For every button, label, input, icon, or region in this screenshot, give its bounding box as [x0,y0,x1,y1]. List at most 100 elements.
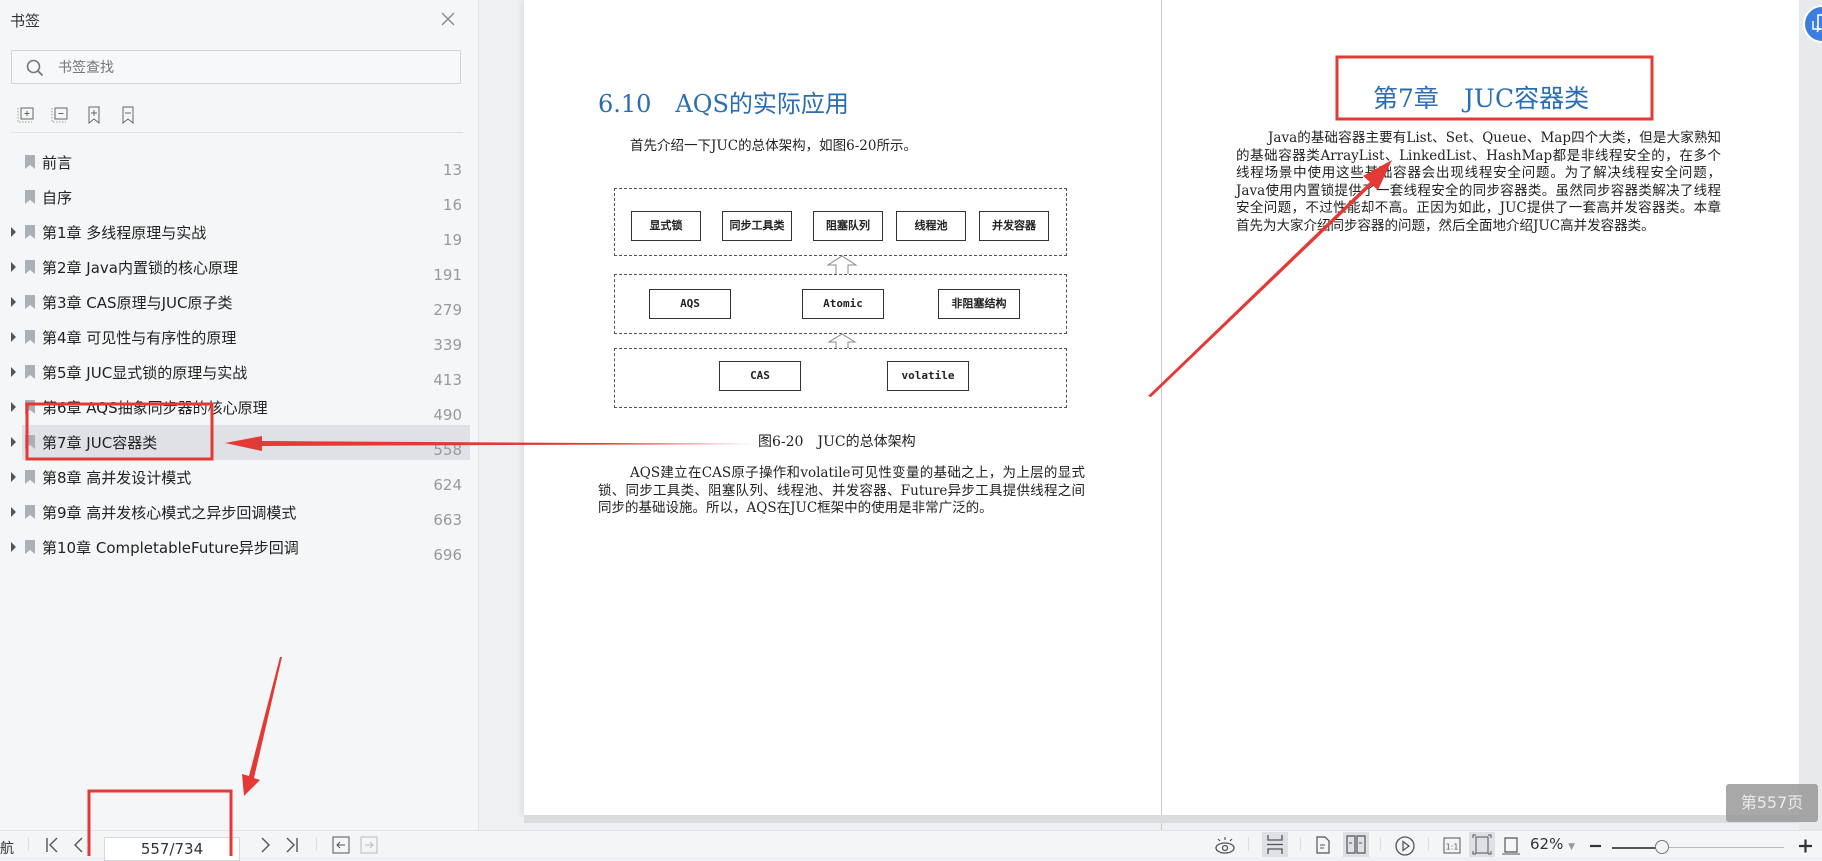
page-indicator-tooltip: 第557页 [1726,784,1818,822]
bookmark-page-number: 279 [433,301,462,319]
bookmark-search[interactable] [11,50,461,84]
expand-arrow-icon[interactable] [11,472,16,482]
figure-caption: 图6-20 JUC的总体架构 [758,434,916,450]
prev-page-button[interactable] [72,835,86,855]
figure-box: 并发容器 [979,211,1049,241]
bookmark-icon [25,155,35,169]
bookmark-item[interactable]: 自序 16 [22,180,470,215]
document-page-right [1162,0,1799,815]
actual-size-icon: 1:1 [1443,837,1461,854]
fit-width-button[interactable] [1500,835,1522,855]
eye-icon [1215,837,1235,854]
expand-arrow-icon[interactable] [11,227,16,237]
zoom-level-dropdown[interactable]: 62% ▼ [1530,835,1575,853]
panel-title: 书签 [10,12,41,30]
bookmark-item[interactable]: 第6章 AQS抽象同步器的核心原理 490 [11,390,470,425]
collapse-all-button[interactable] [50,105,70,125]
bookmark-remove-icon [122,106,134,125]
chapter-intro-paragraph: Java的基础容器主要有List、Set、Queue、Map四个大类，但是大家熟… [1236,130,1721,234]
bookmark-icon [25,435,35,449]
bookmark-search-input[interactable] [56,56,450,80]
collapse-all-icon [51,107,68,123]
back-button[interactable] [332,835,350,855]
last-page-button[interactable] [284,835,300,855]
figure-layer-middle: AQS Atomic 非阻塞结构 [614,274,1067,334]
chevron-left-icon [74,837,83,853]
continuous-page-icon [1267,835,1283,854]
play-icon [1395,836,1415,856]
expand-arrow-icon[interactable] [11,507,16,517]
add-bookmark-button[interactable] [84,105,104,125]
fit-page-button[interactable] [1469,832,1495,857]
close-panel-button[interactable] [438,10,458,30]
bookmark-label: 自序 [42,189,73,207]
nav-label: 航 [0,841,14,857]
minus-icon [1590,844,1601,848]
first-page-button[interactable] [44,835,60,855]
bookmark-icon [25,365,35,379]
bookmark-icon [25,260,35,274]
eye-protection-button[interactable] [1214,835,1236,855]
bookmark-item[interactable]: 第5章 JUC显式锁的原理与实战 413 [11,355,470,390]
zoom-slider[interactable] [1612,840,1784,854]
svg-text:1:1: 1:1 [1446,843,1459,852]
chevron-down-icon: ▼ [1568,842,1576,852]
arrow-left-icon [332,836,350,854]
page-number-input[interactable] [104,837,240,861]
bookmark-item[interactable]: 第1章 多线程原理与实战 19 [11,215,470,250]
bookmark-icon [25,295,35,309]
bookmark-page-number: 191 [433,266,462,284]
expand-all-button[interactable] [16,105,36,125]
bookmark-item[interactable]: 第7章 JUC容器类 558 [11,425,470,460]
zoom-out-button[interactable] [1588,835,1604,855]
expand-arrow-icon[interactable] [11,332,16,342]
last-page-icon [286,837,298,853]
bookmark-item[interactable]: 前言 13 [22,145,470,180]
actual-size-button[interactable]: 1:1 [1442,835,1462,855]
zoom-slider-handle[interactable] [1654,840,1669,854]
horizontal-scrollbar[interactable] [524,815,1799,823]
expand-arrow-icon[interactable] [11,402,16,412]
two-page-button[interactable] [1343,832,1369,857]
bookmark-item[interactable]: 第8章 高并发设计模式 624 [11,460,470,495]
expand-arrow-icon[interactable] [11,367,16,377]
intro-paragraph: 首先介绍一下JUC的总体架构，如图6-20所示。 [630,138,917,154]
single-page-button[interactable] [1314,835,1332,855]
floating-tool-button[interactable] [1803,5,1822,43]
bookmark-icon [25,470,35,484]
bookmark-page-number: 696 [433,546,462,564]
expand-arrow-icon[interactable] [11,297,16,307]
bookmark-item[interactable]: 第9章 高并发核心模式之异步回调模式 663 [11,495,470,530]
bookmark-page-number: 663 [433,511,462,529]
expand-arrow-icon[interactable] [11,262,16,272]
forward-button[interactable] [360,835,378,855]
arrow-right-icon [360,836,378,854]
section-title: 6.10 AQS的实际应用 [598,90,849,118]
bookmark-add-icon [88,106,100,125]
play-button[interactable] [1394,835,1416,856]
remove-bookmark-button[interactable] [118,105,138,125]
continuous-scroll-button[interactable] [1262,832,1288,857]
vertical-scrollbar[interactable] [1799,0,1822,830]
figure-box: 同步工具类 [722,211,792,241]
expand-arrow-icon[interactable] [11,437,16,447]
bookmark-page-number: 339 [433,336,462,354]
bookmark-item[interactable]: 第3章 CAS原理与JUC原子类 279 [11,285,470,320]
bookmark-page-number: 558 [433,441,462,459]
divider [1248,837,1249,851]
divider [1428,837,1429,851]
figure-box: AQS [649,289,731,319]
bookmark-label: 第1章 多线程原理与实战 [42,224,207,242]
bookmark-label: 第8章 高并发设计模式 [42,469,192,487]
next-page-button[interactable] [258,835,272,855]
expand-arrow-icon[interactable] [11,542,16,552]
bookmark-icon [25,330,35,344]
bookmark-label: 第9章 高并发核心模式之异步回调模式 [42,504,297,522]
bookmark-item[interactable]: 第10章 CompletableFuture异步回调 696 [11,530,470,565]
bookmark-item[interactable]: 第2章 Java内置锁的核心原理 191 [11,250,470,285]
zoom-in-button[interactable] [1797,835,1815,855]
bookmark-page-number: 16 [442,196,462,214]
fit-page-icon [1472,834,1492,855]
bookmark-icon [25,400,35,414]
bookmark-item[interactable]: 第4章 可见性与有序性的原理 339 [11,320,470,355]
